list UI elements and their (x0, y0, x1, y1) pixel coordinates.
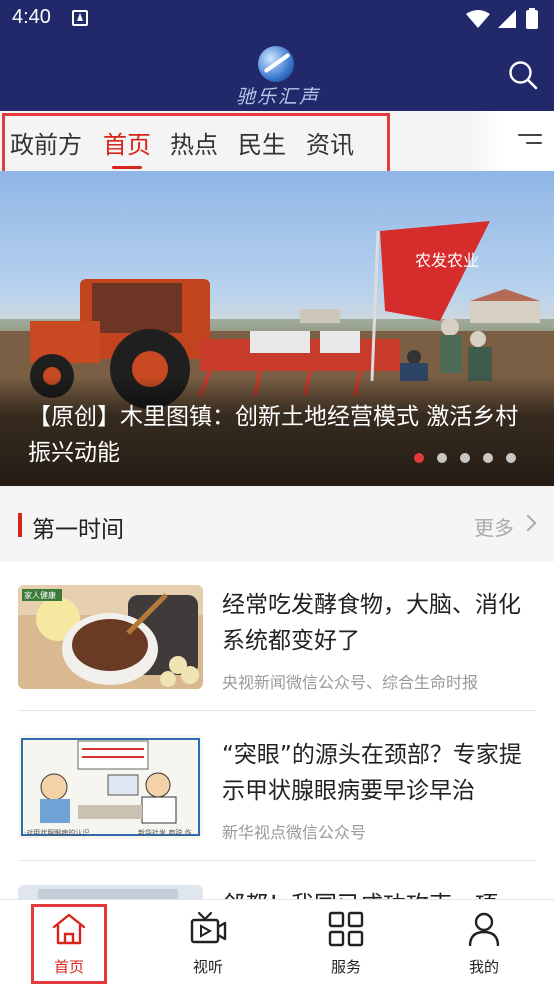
carousel-dot-5[interactable] (506, 453, 516, 463)
system-status-icons (466, 8, 538, 29)
video-icon (190, 911, 227, 944)
grid-icon (328, 911, 364, 947)
nav-home-highlight-box (31, 904, 107, 984)
channel-menu-icon[interactable] (518, 131, 542, 151)
news-title[interactable]: “突眼”的源头在颈部？专家提示甲状腺眼病要早诊早治 (222, 737, 534, 809)
logo-text: 驰乐汇声 (235, 86, 320, 108)
app-header: 驰乐汇声 (0, 36, 554, 111)
news-source: 新华视点微信公众号 (222, 823, 367, 842)
app-logo: 驰乐汇声 (222, 44, 334, 108)
thumb-tag: 家人健康 (24, 590, 56, 600)
banner-title[interactable]: 【原创】木里图镇：创新土地经营模式 激活乡村振兴动能 (28, 399, 528, 471)
nav-service[interactable]: 服务 (296, 900, 396, 984)
news-thumbnail: 家人健康 (18, 585, 203, 689)
thumb-caption-right: 新华社发 商锐 作 (138, 828, 191, 837)
notification-icon (72, 10, 88, 26)
news-title[interactable]: 经常吃发酵食物，大脑、消化系统都变好了 (222, 587, 534, 659)
status-bar: 4:40 (0, 0, 554, 36)
news-thumbnail: ·对甲状腺眼病的认识 新华社发 商锐 作 (18, 735, 203, 839)
thumb-caption-left: ·对甲状腺眼病的认识 (24, 828, 89, 837)
banner-carousel[interactable]: 农发农业 【原创】木里图镇：创新土地经营模式 激活乡村振兴动能 (0, 171, 554, 486)
channel-tabs: 政前方 首页 热点 民生 资讯 (0, 111, 554, 181)
carousel-dot-4[interactable] (483, 453, 493, 463)
nav-service-label: 服务 (330, 958, 361, 976)
flag-text: 农发农业 (415, 251, 479, 270)
nav-video-label: 视听 (192, 958, 223, 976)
user-icon (468, 912, 500, 947)
status-time: 4:40 (12, 6, 51, 28)
nav-video[interactable]: 视听 (158, 900, 258, 984)
more-link[interactable]: 更多 (474, 512, 514, 541)
nav-mine[interactable]: 我的 (434, 900, 534, 984)
carousel-dot-2[interactable] (437, 453, 447, 463)
logo-globe-icon (258, 46, 294, 82)
section-title: 第一时间 (32, 517, 124, 543)
section-accent-bar (18, 513, 22, 537)
search-icon[interactable] (508, 60, 538, 90)
news-item[interactable]: ·对甲状腺眼病的认识 新华社发 商锐 作 “突眼”的源头在颈部？专家提示甲状腺眼… (18, 711, 536, 861)
carousel-dot-1[interactable] (414, 453, 424, 463)
nav-mine-label: 我的 (468, 958, 499, 976)
news-item[interactable]: 家人健康 经常吃发酵食物，大脑、消化系统都变好了 央视新闻微信公众号、综合生命时… (18, 561, 536, 711)
carousel-dot-3[interactable] (460, 453, 470, 463)
news-source: 央视新闻微信公众号、综合生命时报 (222, 673, 479, 692)
